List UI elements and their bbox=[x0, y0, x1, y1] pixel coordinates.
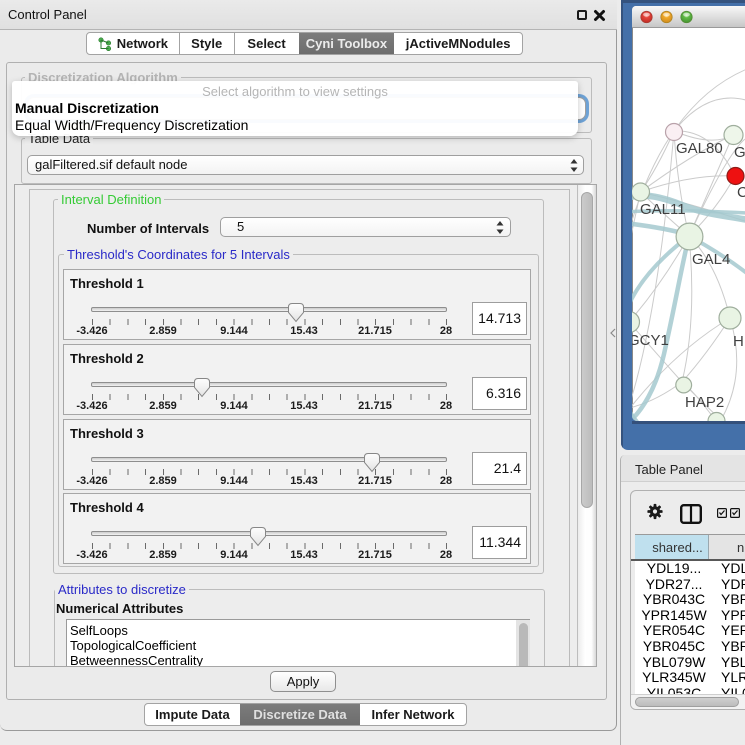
svg-text:GCY1: GCY1 bbox=[632, 332, 669, 349]
svg-text:HAP2: HAP2 bbox=[685, 394, 724, 411]
svg-text:GA: GA bbox=[734, 144, 745, 161]
svg-text:GAL11: GAL11 bbox=[640, 201, 686, 218]
svg-text:C: C bbox=[737, 184, 745, 201]
svg-text:GAL4: GAL4 bbox=[692, 251, 730, 268]
svg-text:GAL80: GAL80 bbox=[676, 140, 723, 157]
svg-text:H: H bbox=[733, 333, 744, 350]
